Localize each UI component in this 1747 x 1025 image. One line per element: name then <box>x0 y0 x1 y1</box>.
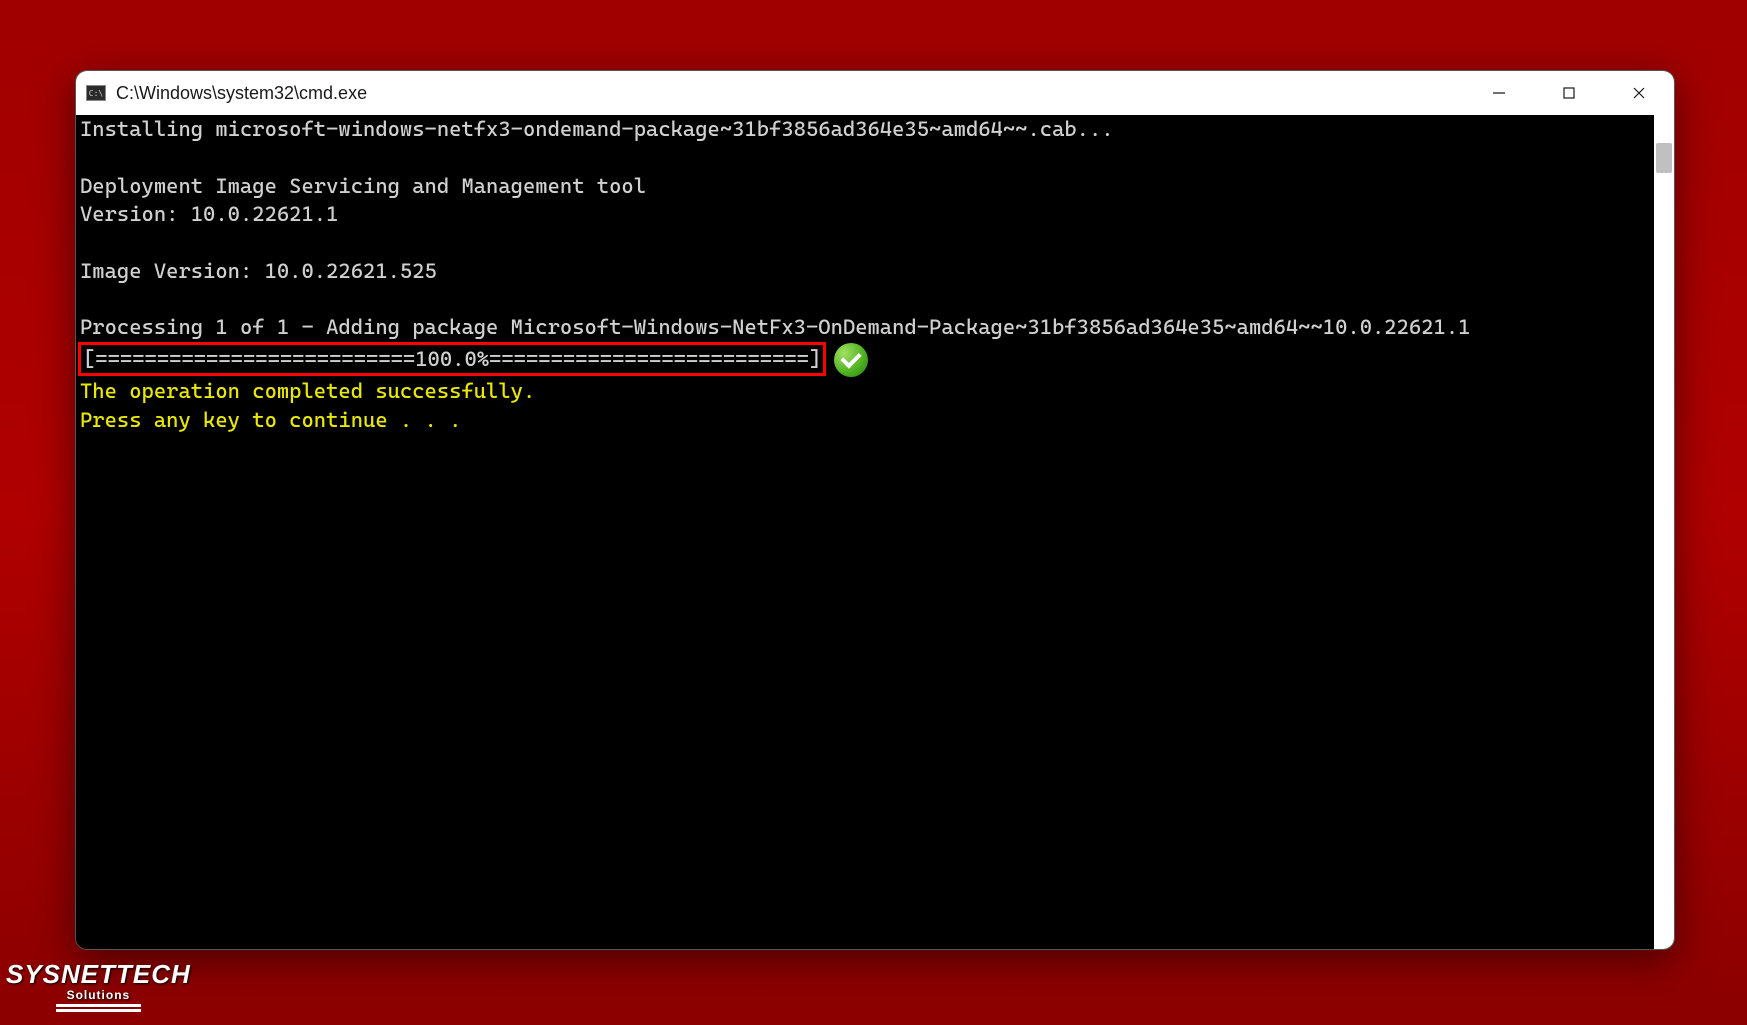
close-button[interactable] <box>1604 71 1674 115</box>
window-title: C:\Windows\system32\cmd.exe <box>116 83 367 104</box>
watermark-brand: SYSNETTECH <box>6 959 191 990</box>
checkmark-icon <box>834 343 868 377</box>
output-line: Processing 1 of 1 - Adding package Micro… <box>80 315 1470 339</box>
titlebar[interactable]: C:\ C:\Windows\system32\cmd.exe <box>76 71 1674 115</box>
output-line: Image Version: 10.0.22621.525 <box>80 259 437 283</box>
minimize-icon <box>1492 86 1506 100</box>
watermark-sub: Solutions <box>6 988 191 1002</box>
window-controls <box>1464 71 1674 115</box>
minimize-button[interactable] <box>1464 71 1534 115</box>
output-line: Version: 10.0.22621.1 <box>80 202 338 226</box>
terminal-output[interactable]: Installing microsoft-windows-netfx3-onde… <box>76 115 1674 949</box>
close-icon <box>1632 86 1646 100</box>
output-line: Installing microsoft-windows-netfx3-onde… <box>80 117 1114 141</box>
cmd-icon: C:\ <box>86 85 106 101</box>
cmd-window: C:\ C:\Windows\system32\cmd.exe Installi… <box>75 70 1675 950</box>
output-line: Deployment Image Servicing and Managemen… <box>80 174 646 198</box>
maximize-button[interactable] <box>1534 71 1604 115</box>
output-success-line: The operation completed successfully. <box>80 379 535 403</box>
watermark-bars <box>56 1004 141 1007</box>
maximize-icon <box>1562 86 1576 100</box>
scrollbar-thumb[interactable] <box>1656 143 1672 173</box>
scrollbar-track[interactable] <box>1654 115 1674 949</box>
watermark-logo: SYSNETTECH Solutions <box>6 959 191 1007</box>
progress-bar-highlight: [==========================100.0%=======… <box>78 342 826 376</box>
output-prompt-line: Press any key to continue . . . <box>80 408 461 432</box>
